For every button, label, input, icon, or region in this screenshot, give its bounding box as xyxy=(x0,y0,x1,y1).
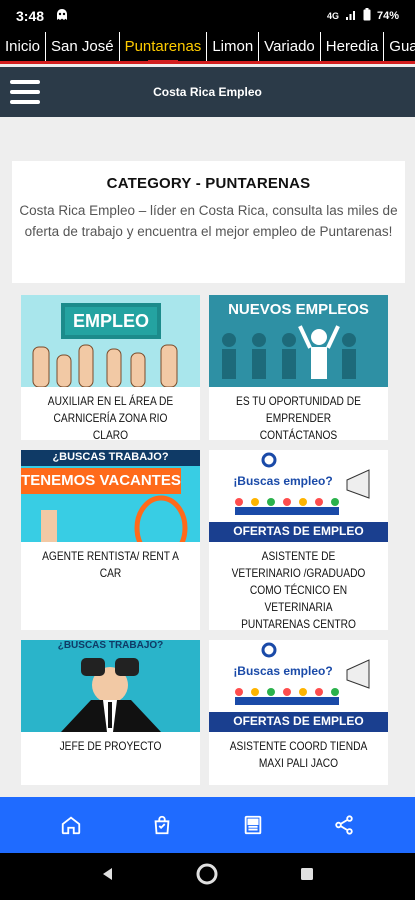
post-image-text: ¿BUSCAS TRABAJO? xyxy=(52,451,169,463)
tab-limon[interactable]: Limon xyxy=(207,32,260,61)
category-header: CATEGORY - PUNTARENAS Costa Rica Empleo … xyxy=(12,161,405,283)
app-title: Costa Rica Empleo xyxy=(153,85,262,99)
home-icon[interactable] xyxy=(51,805,91,845)
status-time: 3:48 xyxy=(16,8,45,24)
post-image[interactable]: ¿BUSCAS TRABAJO? TENEMOS VACANTES xyxy=(21,450,200,542)
tab-puntarenas[interactable]: Puntarenas xyxy=(120,32,208,61)
tab-heredia[interactable]: Heredia xyxy=(321,32,385,61)
recents-icon[interactable] xyxy=(299,866,315,887)
battery-level: 74% xyxy=(376,10,399,22)
status-bar: 3:48 4G 74% xyxy=(0,0,415,32)
post-image-text: NUEVOS EMPLEOS xyxy=(228,301,369,318)
tab-inicio[interactable]: Inicio xyxy=(0,32,47,61)
back-icon[interactable] xyxy=(100,866,116,887)
tab-san-jose[interactable]: San José xyxy=(46,32,120,61)
post-card[interactable]: ¡Buscas empleo? OFERTAS DE EMPLEO ASISTE… xyxy=(209,450,388,631)
post-image-text: ¿BUSCAS TRABAJO? xyxy=(57,640,164,651)
ghost-icon xyxy=(54,8,70,25)
post-title[interactable]: AUXILIAR EN EL ÁREA DE CARNICERÍA ZONA R… xyxy=(34,387,186,450)
post-image[interactable]: ¿BUSCAS TRABAJO? xyxy=(21,640,200,732)
post-image-text: ¡Buscas empleo? xyxy=(233,664,333,678)
post-image-text: EMPLEO xyxy=(72,311,149,331)
post-title[interactable]: AGENTE RENTISTA/ RENT A CAR xyxy=(34,542,186,588)
post-card[interactable]: NUEVOS EMPLEOS ES TU OPORTUNIDAD DE EMPR… xyxy=(209,295,388,442)
tab-guanacaste[interactable]: Guan xyxy=(384,32,415,61)
post-image-text: TENEMOS VACANTES xyxy=(21,472,181,489)
home-button-icon[interactable] xyxy=(195,862,219,891)
post-title[interactable]: JEFE DE PROYECTO xyxy=(34,732,186,761)
category-tabs: Inicio San José Puntarenas Limon Variado… xyxy=(0,32,415,64)
post-image-text: OFERTAS DE EMPLEO xyxy=(233,714,364,728)
post-image[interactable]: EMPLEO xyxy=(21,295,200,387)
bottom-nav xyxy=(0,797,415,853)
category-heading: CATEGORY - PUNTARENAS xyxy=(106,175,311,192)
signal-icon xyxy=(345,9,357,24)
post-card[interactable]: ¿BUSCAS TRABAJO? JEFE DE PROYECTO xyxy=(21,640,200,785)
post-image[interactable]: ¡Buscas empleo? OFERTAS DE EMPLEO xyxy=(209,450,388,542)
post-card[interactable]: ¿BUSCAS TRABAJO? TENEMOS VACANTES AGENTE… xyxy=(21,450,200,630)
post-title[interactable]: ES TU OPORTUNIDAD DE EMPRENDER CONTÁCTAN… xyxy=(222,387,374,450)
tab-variado[interactable]: Variado xyxy=(259,32,321,61)
app-bar: Costa Rica Empleo xyxy=(0,67,415,117)
post-title[interactable]: ASISTENTE DE VETERINARIO /GRADUADO COMO … xyxy=(222,542,374,639)
category-description: Costa Rica Empleo – líder en Costa Rica,… xyxy=(19,203,398,239)
post-card[interactable]: ¡Buscas empleo? OFERTAS DE EMPLEO ASISTE… xyxy=(209,640,388,785)
post-image-text: OFERTAS DE EMPLEO xyxy=(233,524,364,538)
post-title[interactable]: ASISTENTE COORD TIENDA MAXI PALI JACO xyxy=(222,732,374,778)
battery-icon xyxy=(363,8,371,24)
menu-icon[interactable] xyxy=(10,80,40,104)
main-content[interactable]: CATEGORY - PUNTARENAS Costa Rica Empleo … xyxy=(0,117,415,797)
news-icon[interactable] xyxy=(233,805,273,845)
post-card[interactable]: EMPLEO AUXILIAR EN EL ÁREA DE CARNICERÍA… xyxy=(21,295,200,442)
shopping-bag-icon[interactable] xyxy=(142,805,182,845)
post-image[interactable]: ¡Buscas empleo? OFERTAS DE EMPLEO xyxy=(209,640,388,732)
post-image-text: ¡Buscas empleo? xyxy=(233,474,333,488)
post-image[interactable]: NUEVOS EMPLEOS xyxy=(209,295,388,387)
network-label: 4G xyxy=(326,11,339,21)
share-icon[interactable] xyxy=(324,805,364,845)
system-nav xyxy=(0,853,415,900)
